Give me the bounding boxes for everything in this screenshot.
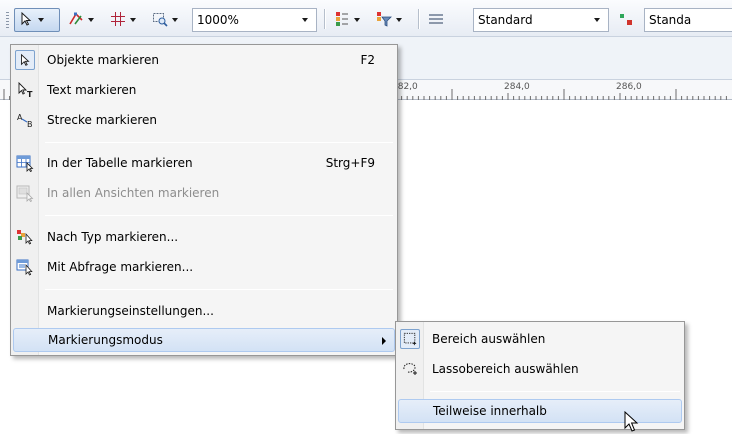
layer-tool-button[interactable] [330,8,370,32]
menu-item-label: Bereich auswählen [432,332,546,346]
menu-item-text-markieren[interactable]: T Text markieren [13,78,395,102]
filter-tool-button[interactable] [372,8,412,32]
menu-item-shortcut: F2 [360,53,375,67]
style-combo-2-value: Standa [649,13,692,27]
svg-text:T: T [27,90,33,99]
select-in-table-icon [15,153,35,173]
chevron-down-icon[interactable] [298,9,312,31]
menu-item-markierungsmodus[interactable]: Markierungsmodus [13,328,395,352]
menu-item-label: Lassobereich auswählen [432,362,579,376]
menu-item-mit-abfrage-markieren[interactable]: Mit Abfrage markieren... [13,255,395,279]
ruler-label: 286,0 [616,82,642,92]
submenu-arrow-icon [382,337,386,345]
menu-item-in-der-tabelle-markieren[interactable]: In der Tabelle markieren Strg+F9 [13,151,395,175]
menu-item-objekte-markieren[interactable]: Objekte markieren F2 [13,48,395,72]
menu-item-label: Nach Typ markieren... [47,230,179,244]
menu-item-label: In der Tabelle markieren [47,156,193,170]
select-menu: Objekte markieren F2 T Text markieren AB… [10,44,398,356]
zoom-level-value: 1000% [197,13,239,27]
filter-icon [376,11,392,30]
select-arrow-icon [15,50,35,70]
menu-separator [45,289,393,290]
toolbar-grip[interactable] [6,12,9,28]
menu-item-shortcut: Strg+F9 [325,156,375,170]
style-combo-value: Standard [478,13,533,27]
layer-properties-icon [334,11,350,30]
select-text-icon: T [15,80,35,100]
select-by-type-icon [15,227,35,247]
style-combo-2[interactable]: Standa [644,8,732,32]
chevron-down-icon [38,18,44,22]
toolbar-separator [324,9,325,29]
select-by-query-icon [15,257,35,277]
mouse-cursor-icon [623,410,643,433]
menu-item-strecke-markieren[interactable]: AB Strecke markieren [13,108,395,132]
chevron-down-icon [396,18,402,22]
line-style-icon [428,11,444,30]
lasso-select-icon [400,359,420,379]
menu-separator [45,215,393,216]
menu-item-label: Text markieren [47,83,137,97]
menu-item-label: Teilweise innerhalb [433,404,547,418]
point-style-icon [618,11,634,30]
zoom-tool-button[interactable] [148,8,188,32]
select-all-views-icon [15,183,35,203]
chevron-down-icon[interactable] [590,9,604,31]
grid-icon [110,11,126,30]
menu-item-label: Mit Abfrage markieren... [47,260,194,274]
zoom-window-icon [152,11,168,30]
menu-item-label: In allen Ansichten markieren [47,186,220,200]
menu-item-label: Markierungseinstellungen... [47,304,214,318]
menu-separator [45,142,393,143]
submenu-item-bereich-auswaehlen[interactable]: Bereich auswählen [398,327,682,351]
menu-item-label: Strecke markieren [47,113,157,127]
submenu-item-lassobereich-auswaehlen[interactable]: Lassobereich auswählen [398,357,682,381]
ruler-label: 284,0 [504,82,530,92]
toolbar: 1000% Standard Standa [0,0,732,37]
chevron-down-icon [88,18,94,22]
menu-item-label: Objekte markieren [47,53,159,67]
menu-separator [430,391,680,392]
menu-item-label: Markierungsmodus [48,333,163,347]
point-style-button[interactable] [614,8,638,32]
toolbar-separator [418,9,419,29]
chevron-down-icon [354,18,360,22]
menu-item-nach-typ-markieren[interactable]: Nach Typ markieren... [13,225,395,249]
rectangle-select-icon [400,329,420,349]
select-tool-button[interactable] [14,8,60,32]
chevron-down-icon [130,18,136,22]
line-style-button[interactable] [424,8,448,32]
menu-item-markierungseinstellungen[interactable]: Markierungseinstellungen... [13,299,395,323]
menu-item-in-allen-ansichten-markieren: In allen Ansichten markieren [13,181,395,205]
style-combo[interactable]: Standard [473,8,609,32]
svg-text:A: A [17,113,23,122]
select-segment-icon: AB [15,110,35,130]
zoom-level-combo[interactable]: 1000% [192,8,317,32]
select-arrow-icon [18,11,34,30]
edit-vertices-icon [68,11,84,30]
edit-tool-button[interactable] [64,8,104,32]
svg-text:B: B [27,120,33,129]
grid-tool-button[interactable] [106,8,146,32]
chevron-down-icon [172,18,178,22]
